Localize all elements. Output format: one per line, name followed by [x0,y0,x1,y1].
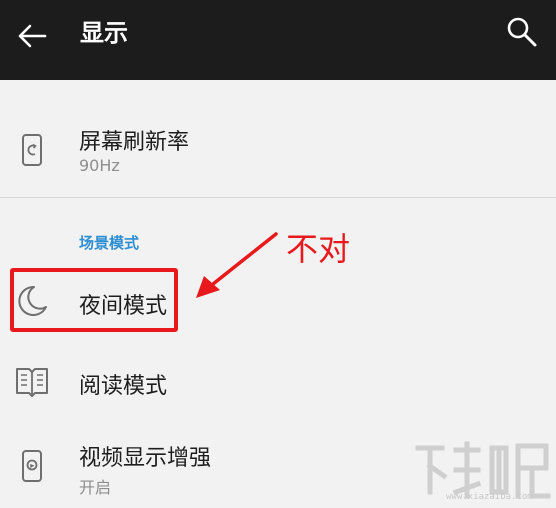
search-button[interactable] [504,14,540,50]
section-header-scene-mode: 场景模式 [79,234,140,252]
reading-mode-title: 阅读模式 [79,374,168,399]
divider [0,197,556,198]
book-icon [16,368,48,397]
watermark-url: www.xiazaiba.com [446,492,533,502]
video-enhance-status: 开启 [79,478,112,497]
back-button[interactable] [14,18,50,54]
phone-refresh-icon [22,134,42,166]
refresh-rate-row[interactable]: 屏幕刷新率 90Hz [0,112,556,186]
search-icon [507,17,537,47]
reading-mode-row[interactable]: 阅读模式 [0,352,556,410]
arrow-left-icon [18,24,47,48]
annotation-text: 不对 [286,230,351,268]
phone-video-icon [22,450,42,482]
annotation-highlight-box [10,268,178,332]
annotation-arrow-icon [196,232,278,298]
refresh-rate-value: 90Hz [79,156,120,175]
video-enhance-title: 视频显示增强 [79,446,212,471]
refresh-rate-title: 屏幕刷新率 [79,130,190,155]
app-bar: 显示 [0,0,556,80]
page-title: 显示 [80,19,128,47]
